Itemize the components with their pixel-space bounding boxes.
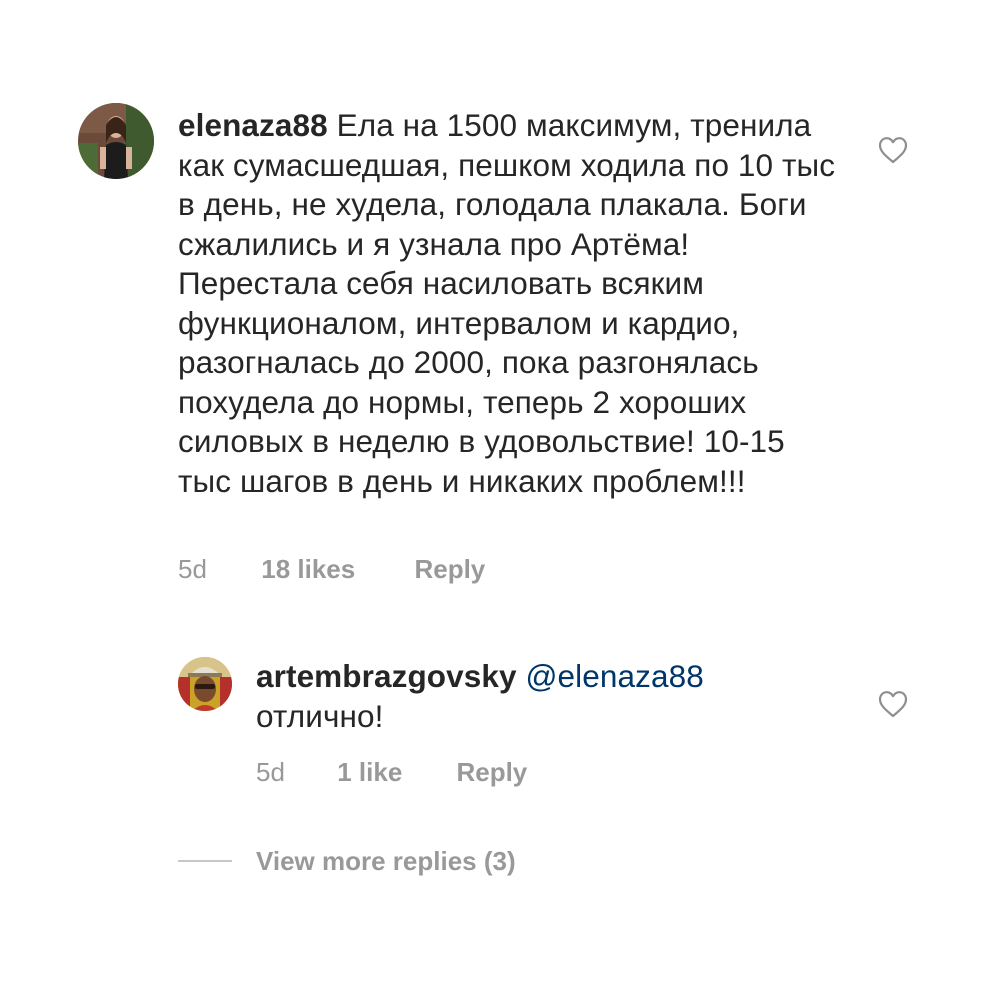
reply-button[interactable]: Reply [414, 554, 485, 585]
avatar-photo-icon [78, 103, 154, 179]
reply-likes[interactable]: 1 like [337, 757, 449, 788]
view-more-replies[interactable]: View more replies (3) [178, 843, 516, 879]
divider-line [178, 860, 232, 862]
reply-time: 5d [256, 757, 285, 787]
avatar[interactable] [178, 657, 232, 711]
view-more-replies-label[interactable]: View more replies (3) [256, 846, 516, 877]
reply-meta: 5d 1 like Reply [256, 757, 527, 788]
reply-body: artembrazgovsky @elenaza88 отлично! [256, 657, 836, 736]
comment-time: 5d [178, 554, 207, 584]
reply-mention[interactable]: @elenaza88 [525, 658, 703, 694]
reply-button[interactable]: Reply [456, 757, 527, 788]
comment-meta: 5d 18 likes Reply [178, 554, 485, 585]
heart-outline-icon[interactable] [877, 689, 909, 719]
heart-outline-icon[interactable] [877, 135, 909, 165]
comment-likes[interactable]: 18 likes [261, 554, 407, 585]
comment-text: Ела на 1500 максимум, тренила как сумасш… [178, 107, 836, 499]
avatar-photo-icon [178, 657, 232, 711]
comment-username[interactable]: elenaza88 [178, 107, 328, 143]
reply-username[interactable]: artembrazgovsky [256, 658, 517, 694]
comment-body: elenaza88 Ела на 1500 максимум, тренила … [178, 106, 838, 501]
avatar[interactable] [78, 103, 154, 179]
reply-text: отлично! [256, 697, 384, 734]
